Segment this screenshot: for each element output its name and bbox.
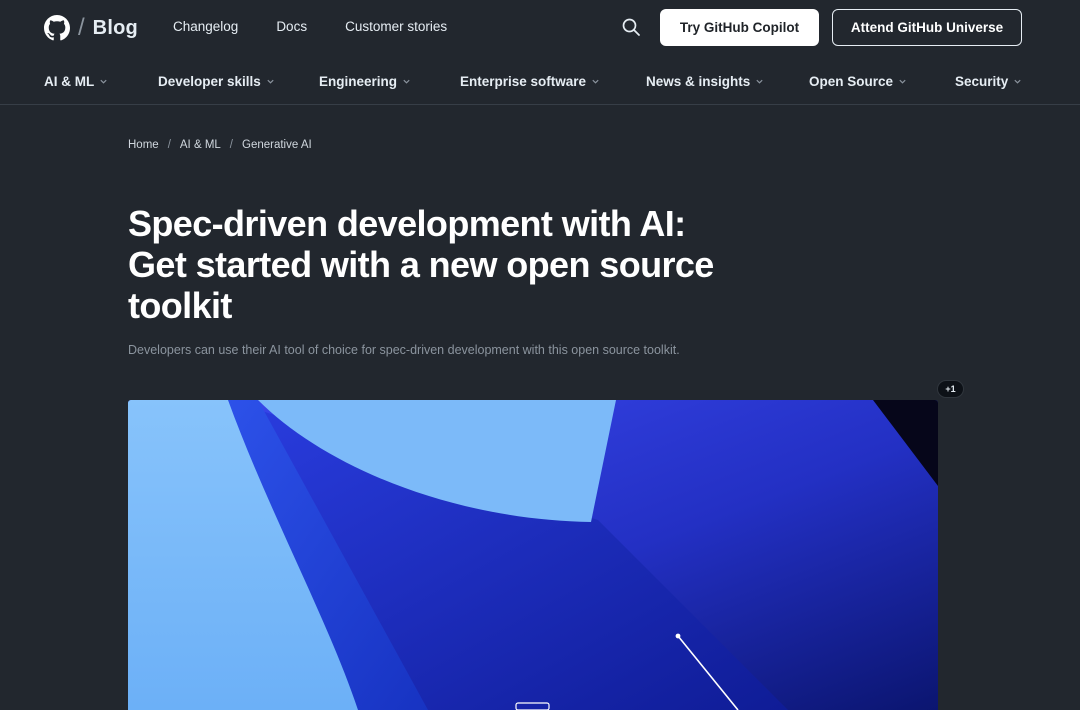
attend-universe-button[interactable]: Attend GitHub Universe bbox=[832, 9, 1022, 46]
category-security[interactable]: Security bbox=[955, 74, 1022, 89]
category-label: News & insights bbox=[646, 74, 751, 89]
breadcrumb-home[interactable]: Home bbox=[128, 139, 159, 151]
try-copilot-button[interactable]: Try GitHub Copilot bbox=[660, 9, 819, 46]
category-ai-ml[interactable]: AI & ML bbox=[44, 74, 108, 89]
category-label: Open Source bbox=[809, 74, 894, 89]
blog-logo[interactable]: / Blog bbox=[44, 14, 138, 42]
link-changelog[interactable]: Changelog bbox=[173, 19, 238, 34]
breadcrumb-generative-ai[interactable]: Generative AI bbox=[242, 139, 312, 151]
category-engineering[interactable]: Engineering bbox=[319, 74, 411, 89]
article-title-line-2: Get started with a new open source bbox=[128, 244, 714, 285]
breadcrumb-ai-ml[interactable]: AI & ML bbox=[180, 139, 221, 151]
breadcrumb: Home / AI & ML / Generative AI bbox=[128, 139, 312, 151]
article-title: Spec-driven development with AI: Get sta… bbox=[128, 203, 788, 326]
search-button[interactable] bbox=[621, 17, 641, 37]
chevron-down-icon bbox=[592, 79, 599, 84]
category-enterprise-software[interactable]: Enterprise software bbox=[460, 74, 600, 89]
category-developer-skills[interactable]: Developer skills bbox=[158, 74, 275, 89]
chevron-down-icon bbox=[403, 79, 410, 84]
search-icon bbox=[622, 18, 640, 36]
link-docs[interactable]: Docs bbox=[276, 19, 307, 34]
category-news-insights[interactable]: News & insights bbox=[646, 74, 764, 89]
top-links: Changelog Docs Customer stories bbox=[173, 19, 485, 34]
chevron-down-icon bbox=[899, 79, 906, 84]
hero-image bbox=[128, 400, 938, 710]
breadcrumb-separator: / bbox=[167, 139, 171, 151]
plus-one-badge[interactable]: +1 bbox=[937, 380, 964, 398]
top-bar: / Blog Changelog Docs Customer stories T… bbox=[0, 0, 1080, 56]
chevron-down-icon bbox=[100, 79, 107, 84]
article-title-line-1: Spec-driven development with AI: bbox=[128, 203, 686, 244]
logo-slash: / bbox=[78, 14, 85, 41]
chevron-down-icon bbox=[267, 79, 274, 84]
link-customer-stories[interactable]: Customer stories bbox=[345, 19, 447, 34]
github-mark-icon bbox=[44, 15, 70, 41]
category-label: Security bbox=[955, 74, 1009, 89]
category-label: Enterprise software bbox=[460, 74, 587, 89]
category-nav: AI & ML Developer skills Engineering Ent… bbox=[0, 56, 1080, 105]
category-label: AI & ML bbox=[44, 74, 95, 89]
logo-text: Blog bbox=[92, 16, 138, 39]
chevron-down-icon bbox=[756, 79, 763, 84]
category-label: Developer skills bbox=[158, 74, 261, 89]
article-title-line-3: toolkit bbox=[128, 285, 232, 326]
category-label: Engineering bbox=[319, 74, 398, 89]
chevron-down-icon bbox=[1014, 79, 1021, 84]
article-subtitle: Developers can use their AI tool of choi… bbox=[128, 343, 680, 357]
category-open-source[interactable]: Open Source bbox=[809, 74, 907, 89]
hero-illustration bbox=[128, 400, 938, 710]
breadcrumb-separator: / bbox=[229, 139, 233, 151]
